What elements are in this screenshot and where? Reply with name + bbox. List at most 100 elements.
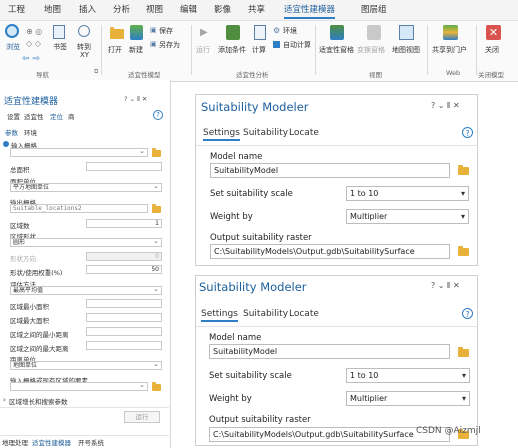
tab-edit[interactable]: 编辑 (180, 3, 197, 15)
left-help-icon[interactable]: ? (153, 110, 163, 120)
num-regions-label: 区域数 (10, 222, 30, 230)
dialog-launcher-icon[interactable]: ⧉ (94, 68, 98, 76)
run-button[interactable]: 运行 (196, 45, 210, 55)
dialog-1-model-name-label: Model name (210, 152, 263, 162)
tab-share[interactable]: 共享 (248, 3, 265, 15)
back-forward-icons[interactable]: ⇦ ⇨ (22, 54, 40, 64)
dialog-2-help-icon[interactable]: ? (462, 308, 473, 319)
left-tab-suitability[interactable]: 适宜性 (24, 111, 44, 121)
region-shape-dropdown[interactable]: 圆形 (10, 238, 162, 247)
area-units-dropdown[interactable]: 平方地图单位 (10, 183, 162, 192)
auto-calculate-checkbox[interactable] (273, 41, 280, 48)
max-area-input[interactable] (86, 313, 162, 322)
dialog-1-output-input[interactable]: C:\SuitabilityModels\Output.gdb\Suitabil… (210, 244, 450, 259)
max-distance-label: 区域之间的最大距离 (10, 345, 69, 353)
dialog-1-model-name-input[interactable]: SuitabilityModel (210, 163, 450, 178)
calculate-button[interactable]: 计算 (252, 45, 266, 55)
left-tab-extra[interactable]: 商 (68, 111, 75, 121)
browse-button[interactable]: 浏览 (6, 42, 20, 52)
bookmarks-button[interactable]: 书签 (53, 42, 67, 52)
zoom-icons[interactable]: ⊕ ◎ (26, 27, 42, 36)
dialog-2-output-input[interactable]: C:\SuitabilityModels\Output.gdb\Suitabil… (209, 427, 450, 442)
left-subtab-environments[interactable]: 环境 (24, 127, 37, 137)
dialog-2-weight-select[interactable]: Multiplier (346, 391, 470, 406)
shape-orientation-input[interactable]: 0 (86, 252, 162, 261)
min-distance-input[interactable] (86, 327, 162, 336)
distance-units-dropdown[interactable]: 地图单位 (10, 361, 162, 370)
suitability-pane-button[interactable]: 适宜性窗格 (319, 45, 354, 55)
max-distance-input[interactable] (86, 341, 162, 350)
open-folder-icon (110, 27, 124, 39)
close-button[interactable]: 关闭 (485, 45, 499, 55)
bottom-tab-other[interactable]: 开号系统 (78, 437, 104, 447)
save-as-icon: ▣ (150, 40, 157, 48)
add-criterion-button[interactable]: 添加条件 (218, 45, 246, 55)
shape-weight-input[interactable]: 50 (86, 265, 162, 274)
dialog-1-scale-select[interactable]: 1 to 10 (346, 186, 469, 201)
tab-imagery[interactable]: 影像 (214, 3, 231, 15)
left-panel-window-controls[interactable]: ? ⌄ ⫴ ✕ (124, 95, 147, 104)
bottom-tab-suitability-modeler[interactable]: 适宜性建模器 (32, 437, 71, 447)
output-raster-input[interactable]: Suitable_locations2 (10, 204, 148, 213)
dialog-1-weight-select[interactable]: Multiplier (346, 209, 469, 224)
dialog-2-window-controls[interactable]: ? ⌄ ⫴ ✕ (431, 281, 460, 291)
tab-analysis[interactable]: 分析 (113, 3, 130, 15)
share-to-portal-button[interactable]: 共享到门户 (432, 45, 467, 55)
growth-params-label[interactable]: 区域增长和搜索参数 (9, 396, 68, 406)
bookmark-icon (53, 25, 65, 39)
tab-project[interactable]: 工程 (8, 3, 25, 15)
min-area-input[interactable] (86, 299, 162, 308)
dialog-1-model-folder-icon[interactable] (458, 165, 469, 175)
dialog-2-tab-settings[interactable]: Settings (201, 309, 238, 322)
total-area-input[interactable] (86, 162, 162, 171)
growth-params-expander[interactable]: › (3, 396, 6, 404)
map-view-icon (399, 25, 414, 40)
dialog-1-scale-label: Set suitability scale (210, 189, 293, 199)
map-view-button[interactable]: 地图视图 (392, 45, 420, 55)
dialog-2-model-folder-icon[interactable] (458, 347, 469, 357)
tab-suitability-modeler[interactable]: 适宜性建模器 (284, 3, 336, 19)
group-view: 视图 (369, 71, 382, 79)
pan-icons[interactable]: ◇ ◇ (26, 39, 41, 48)
existing-regions-dropdown[interactable] (10, 382, 148, 391)
group-suitability-model: 适宜性模型 (128, 71, 161, 79)
output-raster-folder-icon[interactable] (152, 204, 161, 213)
left-tab-locate[interactable]: 定位 (50, 111, 63, 121)
new-button[interactable]: 新建 (129, 45, 143, 55)
open-button[interactable]: 打开 (108, 45, 122, 55)
input-raster-dropdown[interactable] (10, 148, 148, 157)
transform-pane-button[interactable]: 变换窗格 (357, 45, 385, 55)
tab-layer-group[interactable]: 图层组 (361, 3, 387, 15)
dialog-1-help-icon[interactable]: ? (462, 127, 473, 138)
existing-regions-folder-icon[interactable] (152, 382, 161, 391)
save-as-button[interactable]: 另存为 (159, 40, 180, 50)
input-raster-folder-icon[interactable] (152, 148, 161, 157)
environments-icon: ⚙ (273, 26, 281, 35)
ribbon-tab-bar: 工程 地图 插入 分析 视图 编辑 影像 共享 适宜性建模器 图层组 (0, 0, 518, 20)
dialog-1-output-folder-icon[interactable] (458, 246, 469, 256)
dialog-2-scale-label: Set suitability scale (209, 371, 292, 381)
bottom-tab-geoprocessing[interactable]: 地理处理 (2, 437, 28, 447)
dialog-1-tab-suitability[interactable]: Suitability (243, 128, 288, 138)
shape-weight-label: 形状/使用权重(%) (10, 269, 63, 277)
shape-orientation-label: 形状方向 (10, 255, 36, 263)
tab-view[interactable]: 视图 (146, 3, 163, 15)
dialog-2-model-name-input[interactable]: SuitabilityModel (209, 344, 450, 359)
environments-button[interactable]: 环境 (283, 26, 297, 36)
left-tab-settings[interactable]: 设置 (7, 111, 20, 121)
left-run-button[interactable]: 运行 (124, 411, 160, 423)
ribbon-body: 浏览 ⊕ ◎ ◇ ◇ 书签 转到 XY ⇦ ⇨ 导航 ⧉ 打开 新建 ▣ 保存 … (0, 20, 518, 82)
dialog-2-tab-suitability[interactable]: Suitability (243, 309, 288, 319)
tab-map[interactable]: 地图 (44, 3, 61, 15)
num-regions-input[interactable]: 1 (86, 219, 162, 228)
dialog-1-window-controls[interactable]: ? ⌄ ⫴ ✕ (431, 101, 460, 111)
evaluation-method-dropdown[interactable]: 最高平均值 (10, 286, 162, 295)
dialog-1-tab-locate[interactable]: Locate (289, 128, 319, 138)
tab-insert[interactable]: 插入 (79, 3, 96, 15)
save-button[interactable]: 保存 (159, 26, 173, 36)
left-subtab-parameters[interactable]: 参数 (5, 127, 18, 137)
dialog-1-tab-settings[interactable]: Settings (203, 128, 240, 141)
dialog-2-tab-locate[interactable]: Locate (289, 309, 319, 319)
dialog-2-scale-select[interactable]: 1 to 10 (346, 368, 470, 383)
group-web: Web (446, 69, 461, 77)
